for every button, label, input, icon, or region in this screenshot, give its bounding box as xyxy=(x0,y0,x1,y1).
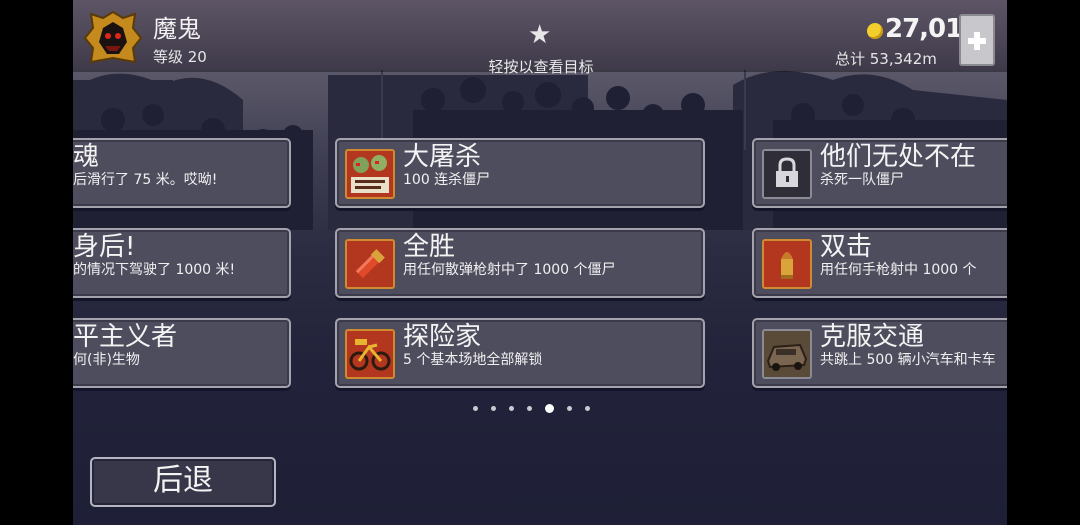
add-coins-button[interactable] xyxy=(959,14,995,66)
back-button[interactable]: 后退 xyxy=(90,457,276,507)
achievement-card[interactable]: 平主义者 何(非)生物 xyxy=(73,318,291,388)
achievement-desc: 用任何散弹枪射中了 1000 个僵尸 xyxy=(403,262,616,278)
achievement-card[interactable]: 双击 用任何手枪射中 1000 个 xyxy=(752,228,1007,298)
achievement-title: 全胜 xyxy=(403,232,456,262)
achievement-title: 大屠杀 xyxy=(403,142,482,172)
achievement-title: 他们无处不在 xyxy=(820,142,977,172)
bullet-icon xyxy=(762,239,812,289)
left-letterbox xyxy=(0,0,73,525)
achievement-desc: 何(非)生物 xyxy=(73,352,140,368)
right-letterbox xyxy=(1007,0,1080,525)
achievement-title: 探险家 xyxy=(403,322,482,352)
achievement-card[interactable]: 克服交通 共跳上 500 辆小汽车和卡车 xyxy=(752,318,1007,388)
achievement-title: 双击 xyxy=(820,232,873,262)
achievement-card[interactable]: 他们无处不在 杀死一队僵尸 xyxy=(752,138,1007,208)
achievement-title: 克服交通 xyxy=(820,322,925,352)
page-indicator xyxy=(473,404,590,413)
total-distance: 总计 53,342m xyxy=(835,50,937,68)
star-icon[interactable]: ★ xyxy=(528,20,551,50)
page-dot[interactable] xyxy=(527,406,532,411)
achievement-card[interactable]: 魂 后滑行了 75 米。哎呦! xyxy=(73,138,291,208)
achievement-title: 身后! xyxy=(73,232,136,262)
top-bar: 魔鬼 等级 20 ★ 轻按以查看目标 27,010 总计 53,342m xyxy=(73,0,1007,76)
achievement-desc: 用任何手枪射中 1000 个 xyxy=(820,262,977,278)
zombie-horde-icon xyxy=(345,149,395,199)
achievement-desc: 的情况下驾驶了 1000 米! xyxy=(73,262,236,278)
achievement-card[interactable]: 大屠杀 100 连杀僵尸 xyxy=(335,138,705,208)
page-dot[interactable] xyxy=(491,406,496,411)
achievement-desc: 后滑行了 75 米。哎呦! xyxy=(73,172,218,188)
achievement-desc: 100 连杀僵尸 xyxy=(403,172,491,188)
demon-avatar-icon[interactable] xyxy=(83,8,143,66)
bicycle-icon xyxy=(345,329,395,379)
page-dot-active[interactable] xyxy=(545,404,554,413)
lock-icon xyxy=(762,149,812,199)
page-dot[interactable] xyxy=(509,406,514,411)
achievement-desc: 共跳上 500 辆小汽车和卡车 xyxy=(820,352,996,368)
player-level: 等级 20 xyxy=(153,48,207,66)
page-dot[interactable] xyxy=(585,406,590,411)
achievement-card[interactable]: 探险家 5 个基本场地全部解锁 xyxy=(335,318,705,388)
car-wreck-icon xyxy=(762,329,812,379)
page-dot[interactable] xyxy=(473,406,478,411)
achievement-title: 魂 xyxy=(73,142,100,172)
page-dot[interactable] xyxy=(567,406,572,411)
player-name: 魔鬼 xyxy=(153,15,201,43)
game-screen: 魔鬼 等级 20 ★ 轻按以查看目标 27,010 总计 53,342m 魂 后… xyxy=(73,0,1007,525)
achievement-title: 平主义者 xyxy=(73,322,178,352)
achievement-card[interactable]: 身后! 的情况下驾驶了 1000 米! xyxy=(73,228,291,298)
achievement-desc: 杀死一队僵尸 xyxy=(820,172,904,188)
achievement-card[interactable]: 全胜 用任何散弹枪射中了 1000 个僵尸 xyxy=(335,228,705,298)
goal-hint-text[interactable]: 轻按以查看目标 xyxy=(473,56,609,77)
shotgun-shell-icon xyxy=(345,239,395,289)
achievement-desc: 5 个基本场地全部解锁 xyxy=(403,352,543,368)
coin-icon xyxy=(867,23,883,39)
